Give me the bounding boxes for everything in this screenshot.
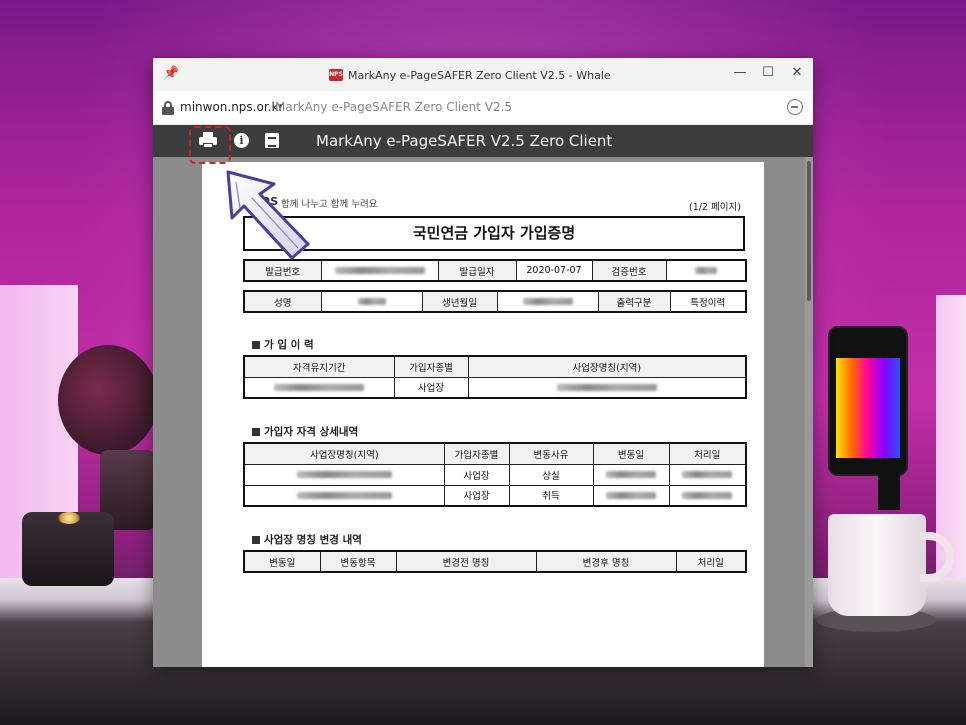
reason-value: 취득 xyxy=(508,484,594,507)
table-header: 변동일 xyxy=(243,550,321,573)
name-change-table: 변동일 변동항목 변경전 명칭 변경후 명칭 처리일 xyxy=(243,550,747,573)
table-header: 사업장명칭(지역) xyxy=(467,355,747,378)
background-phone-stand xyxy=(878,470,900,510)
table-header: 자격유지기간 xyxy=(243,355,395,378)
verify-no-label: 검증번호 xyxy=(591,259,667,282)
section-name-change-title: 사업장 명칭 변경 내역 xyxy=(252,532,362,547)
address-bar[interactable]: minwon.nps.or.kr MarkAny e-PageSAFER Zer… xyxy=(153,91,813,125)
workplace-value xyxy=(467,376,747,399)
join-history-table: 자격유지기간 가입자종별 사업장명칭(지역) 사업장 xyxy=(243,355,747,399)
table-header: 변동사유 xyxy=(508,442,594,465)
window-title: MarkAny e-PageSAFER Zero Client V2.5 - W… xyxy=(348,68,611,82)
table-header: 가입자종별 xyxy=(443,442,510,465)
background-plant xyxy=(58,345,158,455)
table-header: 사업장명칭(지역) xyxy=(243,442,445,465)
verify-no-value xyxy=(665,259,747,282)
issue-no-value xyxy=(320,259,439,282)
member-type-value: 사업장 xyxy=(443,463,510,486)
url-domain[interactable]: minwon.nps.or.kr xyxy=(180,100,283,114)
issue-date-label: 발급일자 xyxy=(437,259,517,282)
member-type-value: 사업장 xyxy=(393,376,469,399)
reason-value: 상실 xyxy=(508,463,594,486)
name-value xyxy=(320,290,423,313)
title-bar[interactable]: 📌 NPS MarkAny e-PageSAFER Zero Client V2… xyxy=(153,58,813,91)
doc-title-box: 국민연금 가입자 가입증명 xyxy=(243,216,745,251)
name-label: 성명 xyxy=(243,290,322,313)
doc-title: 국민연금 가입자 가입증명 xyxy=(412,224,576,242)
table-header: 변동항목 xyxy=(319,550,397,573)
birth-label: 생년월일 xyxy=(421,290,498,313)
table-header: 처리일 xyxy=(675,550,747,573)
table-header: 변경전 명칭 xyxy=(395,550,537,573)
table-row: 사업장 취득 xyxy=(243,484,747,507)
member-type-value: 사업장 xyxy=(443,484,510,507)
app-icon: NPS xyxy=(329,69,343,81)
pin-icon[interactable]: 📌 xyxy=(163,66,179,82)
scrollbar-thumb[interactable] xyxy=(807,161,811,301)
close-button[interactable]: ✕ xyxy=(784,62,810,84)
print-highlight-box xyxy=(189,126,231,164)
lock-icon[interactable] xyxy=(162,101,174,115)
table-header: 변경후 명칭 xyxy=(535,550,677,573)
table-header: 처리일 xyxy=(668,442,747,465)
background-mug xyxy=(828,514,926,616)
table-row: 사업장 xyxy=(243,376,747,399)
page-count: (1/2 페이지) xyxy=(689,202,741,213)
issue-date-value: 2020-07-07 xyxy=(515,259,593,282)
minimize-button[interactable]: — xyxy=(727,62,753,84)
section-detail-title: 가입자 자격 상세내역 xyxy=(252,424,358,439)
table-header: 변동일 xyxy=(592,442,670,465)
section-join-history-title: 가 입 이 력 xyxy=(252,337,314,352)
table-header: 가입자종별 xyxy=(393,355,469,378)
issue-info-table: 발급번호 발급일자 2020-07-07 검증번호 xyxy=(243,259,747,282)
document-icon[interactable] xyxy=(265,133,279,148)
output-type-value: 특정이력 xyxy=(669,290,747,313)
detail-table: 사업장명칭(지역) 가입자종별 변동사유 변동일 처리일 사업장 상실 사업장 xyxy=(243,442,747,507)
table-row: 사업장 상실 xyxy=(243,463,747,486)
background-phone-screen xyxy=(836,358,900,458)
output-type-label: 출력구분 xyxy=(597,290,671,313)
zoom-out-icon[interactable] xyxy=(787,99,803,115)
browser-window: 📌 NPS MarkAny e-PageSAFER Zero Client V2… xyxy=(153,58,813,667)
viewer-toolbar: i MarkAny e-PageSAFER V2.5 Zero Client xyxy=(153,125,813,157)
maximize-button[interactable]: ☐ xyxy=(755,62,781,84)
birth-value xyxy=(496,290,599,313)
background-candle-flame xyxy=(58,512,80,524)
viewer-title: MarkAny e-PageSAFER V2.5 Zero Client xyxy=(316,132,613,150)
period-value xyxy=(243,376,395,399)
window-title-group: NPS MarkAny e-PageSAFER Zero Client V2.5… xyxy=(329,66,611,84)
pointer-arrow-annotation xyxy=(226,170,310,260)
url-page-title[interactable]: MarkAny e-PageSAFER Zero Client V2.5 xyxy=(275,100,512,114)
personal-info-table: 성명 생년월일 출력구분 특정이력 xyxy=(243,290,747,313)
info-icon[interactable]: i xyxy=(234,133,249,148)
